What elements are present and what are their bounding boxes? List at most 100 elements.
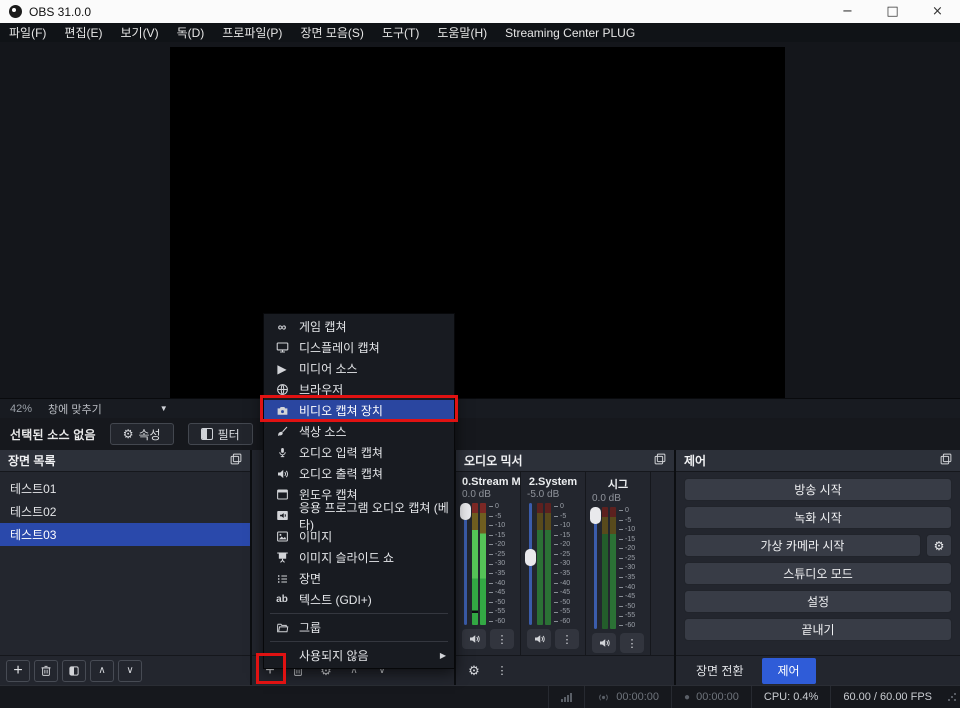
media-source-icon: ▶	[275, 362, 289, 376]
scenes-toolbar: + ∧ ∨	[0, 655, 250, 685]
exit-button[interactable]: 끝내기	[684, 618, 952, 641]
zoom-level: 42%	[0, 403, 42, 415]
move-scene-up-button[interactable]: ∧	[90, 660, 114, 682]
menu-item-scene[interactable]: 장면	[264, 568, 454, 589]
scene-list: 테스트01 테스트02 테스트03	[0, 472, 250, 546]
video-capture-device-icon	[275, 405, 289, 417]
menubar-item[interactable]: 도움말(H)	[428, 24, 496, 41]
menubar-item[interactable]: 파일(F)	[0, 24, 55, 41]
volume-slider[interactable]	[529, 503, 532, 625]
game-capture-icon: ∞	[275, 320, 289, 334]
mixer-channel: 시그 0.0 dB 0-5-10-15-20-25-30-35-40-45-50…	[586, 472, 651, 655]
mute-button[interactable]	[527, 629, 551, 649]
stream-timer: 00:00:00	[584, 686, 671, 708]
tab-scene-transitions[interactable]: 장면 전환	[680, 658, 760, 684]
properties-button[interactable]: ⚙ 속성	[110, 423, 174, 445]
scene-item-selected[interactable]: 테스트03	[0, 523, 250, 546]
volume-slider[interactable]	[594, 507, 597, 629]
db-scale: 0-5-10-15-20-25-30-35-40-45-50-55-60	[554, 503, 570, 625]
audio-input-capture-icon	[275, 446, 289, 459]
menu-bar: 파일(F)편집(E)보기(V)독(D)프로파일(P)장면 모음(S)도구(T)도…	[0, 23, 960, 42]
mute-button[interactable]	[462, 629, 486, 649]
channel-menu-button[interactable]: ⋮	[490, 629, 514, 649]
window-title: OBS 31.0.0	[29, 5, 91, 19]
preview-area	[0, 42, 960, 398]
add-source-context-menu: ∞ 게임 캡쳐 디스플레이 캡쳐 ▶ 미디어 소스 브라우저 비디오 캡쳐 장치	[263, 313, 455, 669]
menu-separator	[270, 613, 448, 614]
chevron-down-icon[interactable]: ▼	[160, 404, 168, 413]
menu-item-display-capture[interactable]: 디스플레이 캡쳐	[264, 337, 454, 358]
controls-dock-header: 제어	[676, 450, 960, 472]
browser-icon	[275, 383, 289, 396]
vu-meter	[537, 503, 551, 625]
channel-menu-button[interactable]: ⋮	[555, 629, 579, 649]
menu-item-video-capture-device[interactable]: 비디오 캡쳐 장치	[264, 400, 454, 421]
image-icon	[275, 530, 289, 543]
maximize-button[interactable]: □	[870, 0, 915, 23]
scene-item[interactable]: 테스트02	[0, 500, 250, 523]
mute-button[interactable]	[592, 633, 616, 653]
channel-db: 0.0 dB	[592, 493, 650, 504]
virtual-camera-settings-button[interactable]: ⚙	[926, 534, 952, 557]
minimize-button[interactable]: −	[825, 0, 870, 23]
title-bar: OBS 31.0.0 − □ ×	[0, 0, 960, 23]
obs-window: OBS 31.0.0 − □ × 파일(F)편집(E)보기(V)독(D)프로파일…	[0, 0, 960, 708]
display-capture-icon	[275, 341, 289, 354]
gear-icon: ⚙	[123, 427, 134, 441]
add-scene-button[interactable]: +	[6, 660, 30, 682]
audio-mixer-dock: 오디오 믹서 0.Stream Mix 0.0 dB 0-5-10-15-20-…	[456, 450, 674, 685]
menu-item-audio-output-capture[interactable]: 오디오 출력 캡쳐	[264, 463, 454, 484]
menubar-item[interactable]: 보기(V)	[111, 24, 167, 41]
mixer-menu-button[interactable]: ⋮	[490, 660, 514, 682]
menu-item-audio-input-capture[interactable]: 오디오 입력 캡쳐	[264, 442, 454, 463]
menu-item-deprecated[interactable]: 사용되지 않음 ▶	[264, 645, 454, 666]
controls-dock: 제어 방송 시작 녹화 시작 가상 카메라 시작 ⚙ 스튜디오 모드 설정 끝내…	[676, 450, 960, 685]
bitrate-indicator	[548, 686, 584, 708]
menu-item-color-source[interactable]: 색상 소스	[264, 421, 454, 442]
menu-item-text-gdi[interactable]: ab 텍스트 (GDI+)	[264, 589, 454, 610]
start-recording-button[interactable]: 녹화 시작	[684, 506, 952, 529]
popout-icon[interactable]	[230, 453, 242, 468]
channel-name: 시그	[592, 476, 650, 492]
close-button[interactable]: ×	[915, 0, 960, 23]
mixer-channels: 0.Stream Mix 0.0 dB 0-5-10-15-20-25-30-3…	[456, 472, 674, 655]
popout-icon[interactable]	[654, 453, 666, 468]
settings-button[interactable]: 설정	[684, 590, 952, 613]
channel-menu-button[interactable]: ⋮	[620, 633, 644, 653]
scene-icon	[275, 573, 289, 585]
menubar-item[interactable]: 독(D)	[168, 24, 214, 41]
remove-scene-button[interactable]	[34, 660, 58, 682]
db-scale: 0-5-10-15-20-25-30-35-40-45-50-55-60	[619, 507, 635, 629]
menu-item-game-capture[interactable]: ∞ 게임 캡쳐	[264, 316, 454, 337]
scene-item[interactable]: 테스트01	[0, 477, 250, 500]
menu-item-media-source[interactable]: ▶ 미디어 소스	[264, 358, 454, 379]
advanced-audio-button[interactable]: ⚙	[462, 660, 486, 682]
scenes-dock-header: 장면 목록	[0, 450, 250, 472]
start-virtual-camera-button[interactable]: 가상 카메라 시작	[684, 534, 921, 557]
group-icon	[275, 622, 289, 634]
move-scene-down-button[interactable]: ∨	[118, 660, 142, 682]
start-streaming-button[interactable]: 방송 시작	[684, 478, 952, 501]
studio-mode-button[interactable]: 스튜디오 모드	[684, 562, 952, 585]
db-scale: 0-5-10-15-20-25-30-35-40-45-50-55-60	[489, 503, 505, 625]
menubar-item[interactable]: 프로파일(P)	[213, 24, 291, 41]
tab-controls[interactable]: 제어	[762, 658, 816, 684]
menu-item-group[interactable]: 그룹	[264, 617, 454, 638]
volume-slider[interactable]	[464, 503, 467, 625]
filters-button[interactable]: 필터	[188, 423, 253, 445]
menubar-item[interactable]: 편집(E)	[55, 24, 111, 41]
popout-icon[interactable]	[940, 453, 952, 468]
menu-item-application-audio-capture[interactable]: 응용 프로그램 오디오 캡쳐 (베타)	[264, 505, 454, 526]
menubar-item[interactable]: 장면 모음(S)	[291, 24, 373, 41]
scene-filters-button[interactable]	[62, 660, 86, 682]
fit-mode-label[interactable]: 창에 맞추기	[42, 401, 108, 417]
resize-grip[interactable]	[947, 692, 957, 702]
menu-item-image-slideshow[interactable]: 이미지 슬라이드 쇼	[264, 547, 454, 568]
vu-meter	[472, 503, 486, 625]
menubar-item[interactable]: 도구(T)	[373, 24, 428, 41]
channel-name: 0.Stream Mix	[462, 476, 520, 488]
channel-db: 0.0 dB	[462, 489, 520, 500]
status-bar: 00:00:00 ● 00:00:00 CPU: 0.4% 60.00 / 60…	[0, 685, 960, 708]
menu-item-browser[interactable]: 브라우저	[264, 379, 454, 400]
menubar-item[interactable]: Streaming Center PLUG	[496, 26, 644, 40]
